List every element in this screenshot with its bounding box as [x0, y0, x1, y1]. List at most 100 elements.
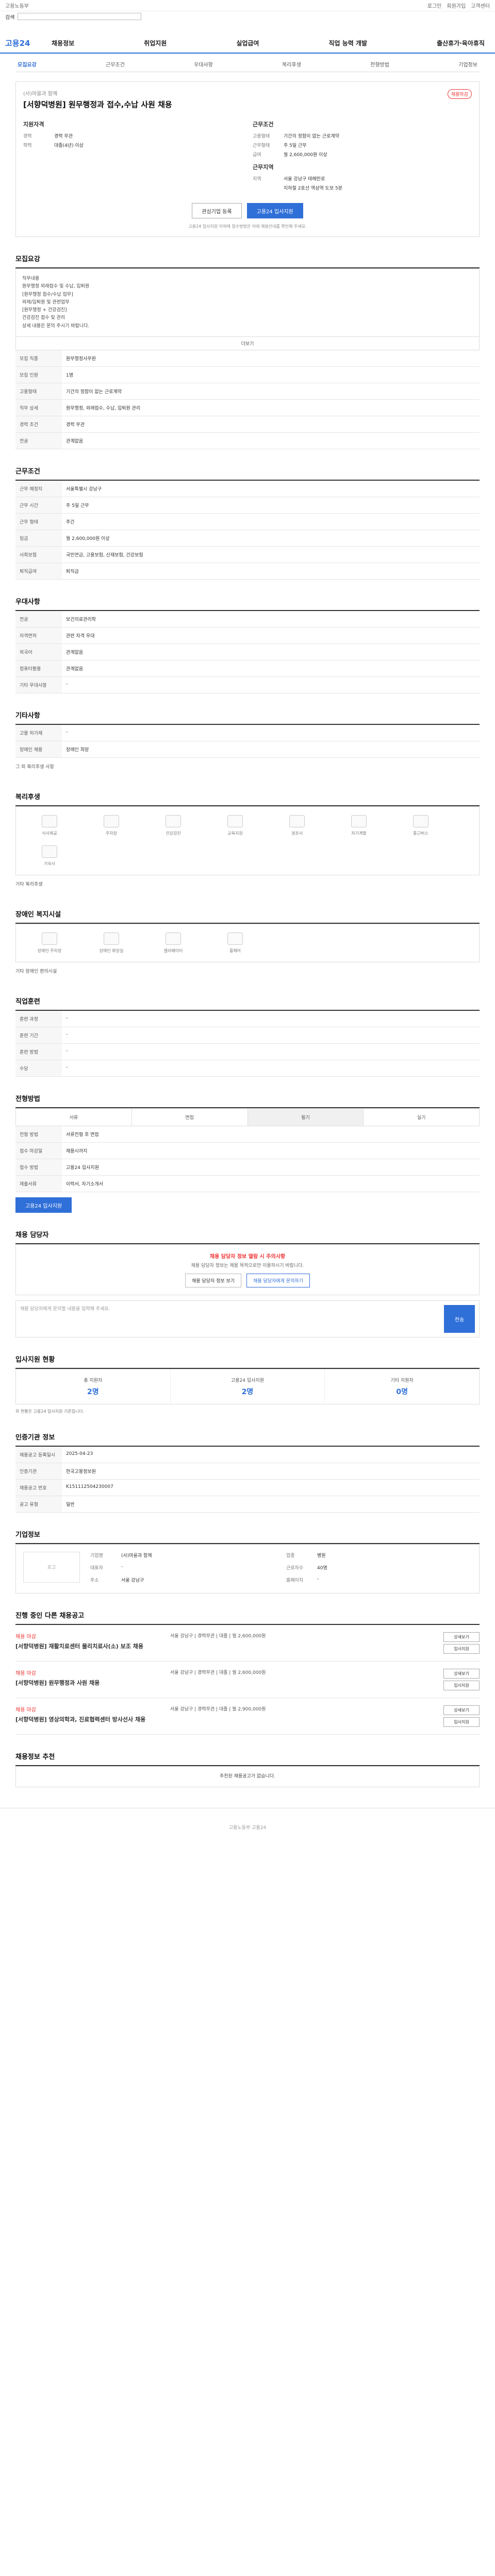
summary-row: 학력 대졸(4년) 이상 — [23, 142, 242, 148]
summary-key: 근무형태 — [253, 143, 270, 148]
tab-item[interactable]: 복리후생 — [282, 60, 301, 68]
tab-item[interactable]: 전형방법 — [370, 60, 389, 68]
row-header: 훈련 방법 — [15, 1043, 62, 1061]
site-logo[interactable]: 고용24 — [5, 38, 52, 48]
gnb-item[interactable]: 직업 능력 개발 — [328, 39, 367, 47]
gnb-item[interactable]: 출산휴가·육아휴직 — [437, 39, 485, 47]
row-value: 관련 자격 우대 — [62, 627, 480, 645]
apply-button-2[interactable]: 고용24 입사지원 — [15, 1197, 72, 1213]
summary-value: 월 2,600,000원 이상 — [284, 152, 327, 158]
apply-button[interactable]: 고용24 입사지원 — [246, 203, 303, 218]
gnb-item[interactable]: 채용정보 — [52, 39, 74, 47]
facility-icon — [42, 845, 57, 858]
other-job-button[interactable]: 입사지원 — [443, 1680, 480, 1690]
view-contact-button[interactable]: 채용 담당자 정보 보기 — [185, 1274, 242, 1288]
row-header: 퇴직급여 — [15, 563, 62, 580]
send-button[interactable]: 전송 — [444, 1305, 475, 1333]
tab-item[interactable]: 모집요강 — [18, 60, 37, 68]
summary-value: 지하철 2호선 역삼역 도보 5분 — [284, 186, 342, 191]
section-recruit: 모집요강 직무내용 원무행정 외래접수 및 수납, 입퇴원 [원무행정 접수/수… — [15, 253, 480, 450]
row-value: K151112504230007 — [62, 1479, 480, 1496]
other-job-left: 채용 마감 [서향덕병원] 재활치료센터 물리치료사(소) 보조 채용 — [15, 1632, 160, 1654]
welfare-item: 기숙사 — [26, 845, 73, 867]
stat-label: 고용24 입사지원 — [231, 1378, 264, 1384]
table-row: 고용형태 기간의 정함이 없는 근로계약 — [15, 383, 480, 400]
other-job-actions: 상세보기입사지원 — [443, 1705, 480, 1727]
top-link[interactable]: 고객센터 — [471, 2, 490, 9]
more-button[interactable]: 더보기 — [15, 337, 480, 351]
ask-contact-button[interactable]: 채용 담당자에게 문의하기 — [246, 1274, 310, 1288]
job-title: [서향덕병원] 원무행정과 접수,수납 사원 채용 — [23, 100, 172, 109]
other-job-button[interactable]: 입사지원 — [443, 1643, 480, 1654]
section-title: 장애인 복지시설 — [15, 909, 480, 924]
stat-value: 2명 — [241, 1388, 254, 1397]
tab-item[interactable]: 근무조건 — [106, 60, 125, 68]
company-value: (사)마을과 함께 — [121, 1553, 152, 1558]
stat-label: 총 지원자 — [84, 1378, 103, 1384]
util-bar — [0, 22, 495, 33]
other-job-title[interactable]: [서향덕병원] 재활치료센터 물리치료사(소) 보조 채용 — [15, 1642, 160, 1650]
gnb-item[interactable]: 실업급여 — [236, 39, 259, 47]
other-job-button[interactable]: 상세보기 — [443, 1668, 480, 1679]
summary-value: 대졸(4년) 이상 — [54, 143, 84, 148]
facility-icon — [413, 815, 428, 828]
row-header: 훈련 과정 — [15, 1011, 62, 1028]
row-value: 관계없음 — [62, 432, 480, 450]
training-table: 훈련 과정 - 훈련 기간 - 훈련 방법 - 수당 - — [15, 1011, 480, 1077]
table-row: 채용공고 번호 K151112504230007 — [15, 1479, 480, 1496]
scrap-company-button[interactable]: 관심기업 등록 — [192, 203, 242, 218]
row-value: 장애인 희망 — [62, 741, 480, 758]
summary-row: 경력 경력 무관 — [23, 132, 242, 139]
step-item: 필기 — [248, 1109, 364, 1126]
tab-item[interactable]: 우대사항 — [194, 60, 213, 68]
other-job-button[interactable]: 입사지원 — [443, 1717, 480, 1727]
table-row: 경력 조건 경력 무관 — [15, 416, 480, 433]
section-selection: 전형방법 서류 면접 필기 실기 전형 방법 서류전형 후 면접 접수 마감일 채용시까지 접… — [15, 1093, 480, 1213]
preference-table: 전공 보건의료관리학 자격면허 관련 자격 우대 외국어 관계없음 컴퓨터활용 관계없음 기타 … — [15, 611, 480, 694]
summary-value: 기간의 정함이 없는 근로계약 — [284, 134, 339, 139]
contact-warning: 채용 담당자 정보 열람 시 주의사항 — [209, 1254, 286, 1260]
job-header: 채용마감 (사)마을과 함께 [서향덕병원] 원무행정과 접수,수납 사원 채용… — [15, 81, 480, 237]
row-header: 기타 우대사항 — [15, 676, 62, 694]
search-input[interactable] — [18, 13, 142, 20]
top-link[interactable]: 로그인 — [427, 2, 442, 9]
page: 고용노동부 로그인 회원가입 고객센터 검색 고용24 채용정보 취업지원 실업급여 직업… — [0, 0, 495, 1854]
other-job-title[interactable]: [서향덕병원] 영상의학과, 진료협력센터 방사선사 채용 — [15, 1715, 160, 1723]
welfare-item: 식사제공 — [26, 815, 73, 836]
recommend-empty: 추천된 채용공고가 없습니다. — [15, 1766, 480, 1788]
welfare-item: 자기계발 — [336, 815, 382, 836]
section-title: 직업훈련 — [15, 996, 480, 1011]
global-nav: 고용24 채용정보 취업지원 실업급여 직업 능력 개발 출산휴가·육아휴직 — [0, 33, 495, 54]
other-job-button[interactable]: 상세보기 — [443, 1705, 480, 1715]
table-row: 기타 우대사항 - — [15, 676, 480, 694]
table-row: 채용공고 등록일시 2025-04-23 — [15, 1446, 480, 1463]
duty-text: 직무내용 원무행정 외래접수 및 수납, 입퇴원 [원무행정 접수/수납 업무]… — [15, 268, 480, 337]
tab-item[interactable]: 기업정보 — [458, 60, 477, 68]
table-row: 근무 시간 주 5일 근무 — [15, 497, 480, 514]
row-value: 기간의 정함이 없는 근로계약 — [62, 383, 480, 400]
top-links: 로그인 회원가입 고객센터 — [427, 2, 490, 9]
welfare-item: 휠체어 — [212, 933, 258, 954]
welfare-label: 기숙사 — [43, 861, 56, 867]
section-title: 기타사항 — [15, 710, 480, 725]
company-key: 홈페이지 — [286, 1578, 304, 1583]
disability-etc: 기타 장애인 편의시설 — [15, 969, 57, 975]
row-value: 경력 무관 — [62, 416, 480, 433]
company-key: 업종 — [286, 1553, 295, 1558]
question-input[interactable]: 채용 담당자에게 문의할 내용을 입력해 주세요. — [16, 1301, 440, 1337]
row-value: 주간 — [62, 513, 480, 531]
row-value: 2025-04-23 — [62, 1446, 480, 1463]
top-link[interactable]: 회원가입 — [447, 2, 466, 9]
row-value: 관계없음 — [62, 643, 480, 661]
gnb-item[interactable]: 취업지원 — [144, 39, 167, 47]
row-value: 이력서, 자기소개서 — [62, 1175, 480, 1193]
table-row: 임금 월 2,600,000원 이상 — [15, 530, 480, 547]
section-company: 기업정보 로고 기업명 (사)마을과 함께 업종 병원 대표자 - 근로자수 40명 주소 서울 … — [15, 1529, 480, 1594]
section-recommend: 채용정보 추천 추천된 채용공고가 없습니다. — [15, 1751, 480, 1788]
other-job-item: 채용 마감 [서향덕병원] 재활치료센터 물리치료사(소) 보조 채용 서울 강남구… — [15, 1625, 480, 1662]
other-job-button[interactable]: 상세보기 — [443, 1632, 480, 1642]
company-row: 주소 서울 강남구 — [90, 1577, 276, 1583]
cert-table: 채용공고 등록일시 2025-04-23 인증기관 한국고용정보원 채용공고 번호 K15… — [15, 1446, 480, 1513]
step-item: 실기 — [417, 1115, 426, 1121]
other-job-title[interactable]: [서향덕병원] 원무행정과 사원 채용 — [15, 1679, 160, 1687]
